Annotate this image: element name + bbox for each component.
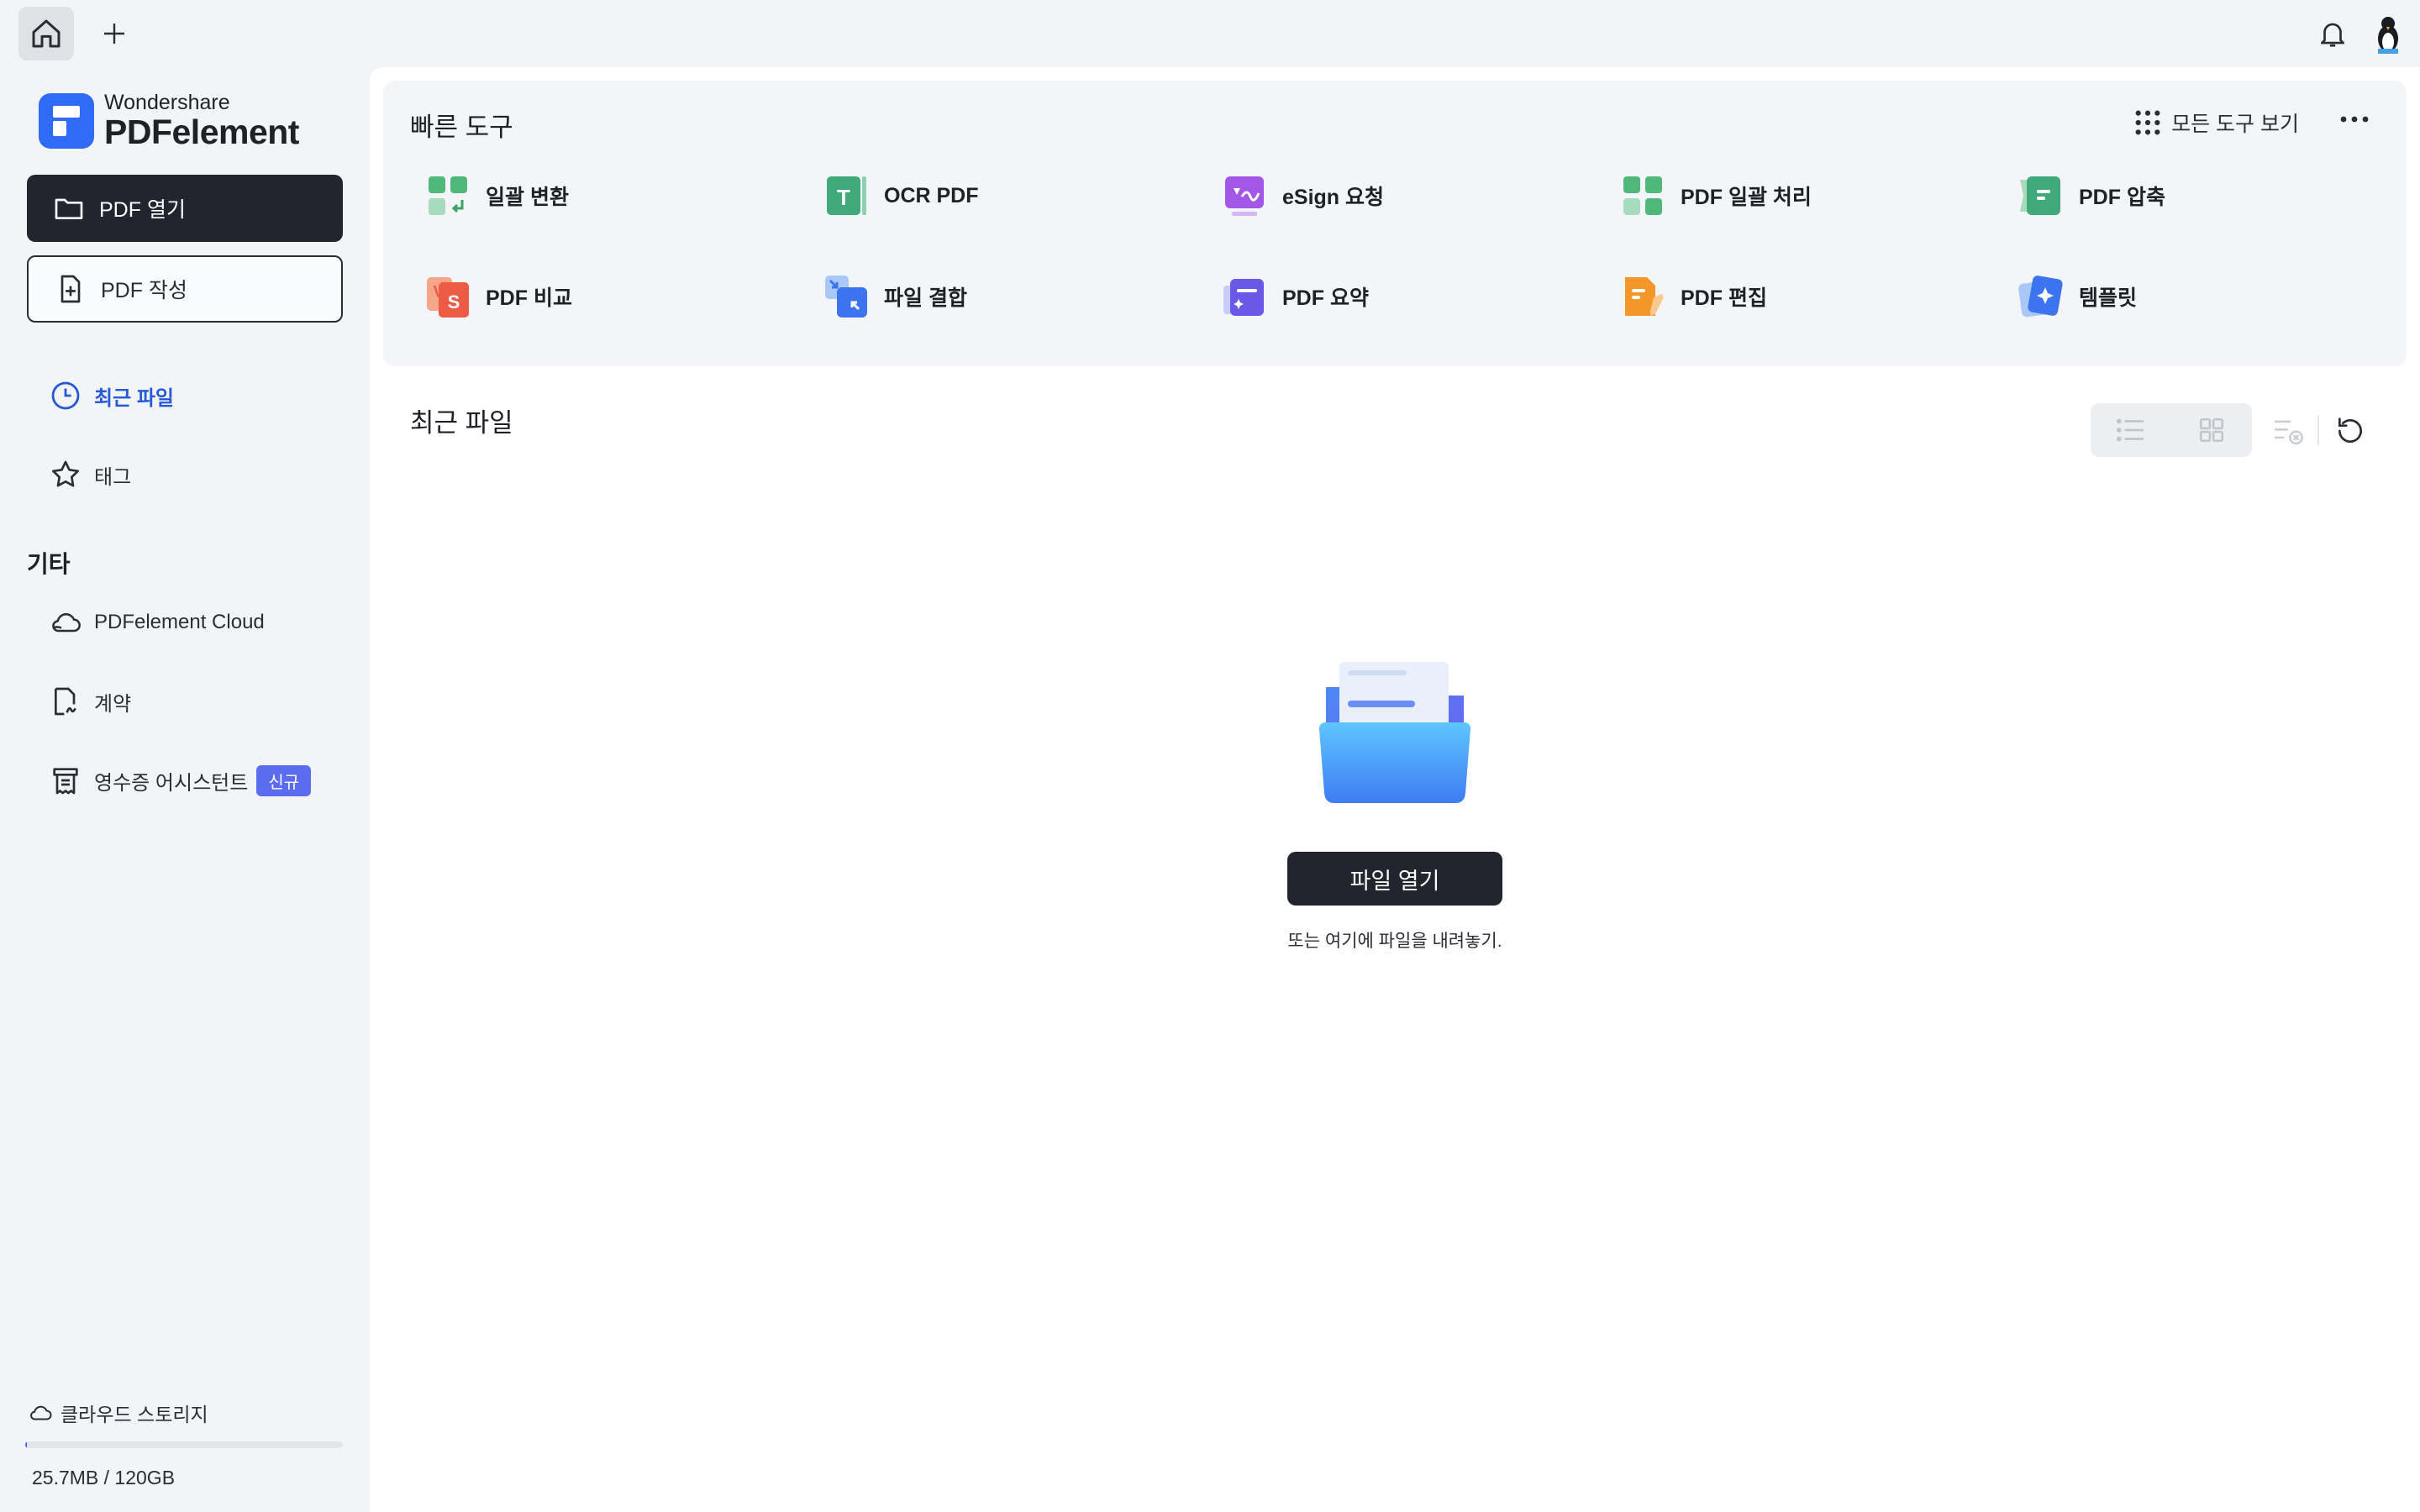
toolbar-divider (2317, 415, 2319, 445)
grid-dots-icon (2131, 106, 2165, 139)
other-section-title: 기타 (27, 551, 71, 577)
recent-files-title: 최근 파일 (410, 408, 513, 438)
contract-icon (47, 683, 84, 720)
sidebar-item-contract[interactable]: 계약 (47, 680, 131, 722)
receipt-icon (47, 762, 84, 799)
template-icon (2017, 272, 2065, 321)
tool-batch-process[interactable]: PDF 일괄 처리 (1618, 166, 1812, 225)
main-panel: 빠른 도구 모든 도구 보기 일괄 변환 T OCR PDF eSign 요청 … (370, 67, 2420, 1512)
svg-text:V: V (433, 283, 445, 302)
list-view-button[interactable] (2091, 403, 2171, 457)
sidebar-item-label: 계약 (94, 692, 132, 716)
avatar[interactable] (2368, 12, 2408, 55)
tool-label: PDF 요약 (1282, 286, 1369, 310)
batch-process-icon (1618, 171, 1667, 220)
storage-value: 25.7MB / 120GB (32, 1467, 176, 1488)
tool-summarize[interactable]: PDF 요약 (1220, 267, 1369, 326)
notification-button[interactable] (2311, 12, 2354, 55)
tool-label: PDF 편집 (1681, 286, 1767, 310)
app-logo: Wondershare PDFelement (39, 92, 299, 150)
tool-template[interactable]: 템플릿 (2017, 267, 2137, 326)
tool-label: 파일 결합 (884, 286, 967, 310)
compress-icon (2017, 171, 2065, 220)
tool-esign[interactable]: eSign 요청 (1220, 166, 1384, 225)
ocr-icon: T (822, 171, 871, 220)
batch-convert-icon (424, 171, 472, 220)
all-tools-button[interactable]: 모든 도구 보기 (2131, 106, 2299, 139)
open-pdf-button[interactable]: PDF 열기 (27, 175, 343, 242)
sidebar-item-label: 최근 파일 (94, 386, 174, 410)
more-horizontal-icon (2340, 116, 2369, 123)
open-file-button[interactable]: 파일 열기 (1287, 852, 1502, 906)
view-toggle (2091, 403, 2252, 457)
more-options-button[interactable] (2329, 102, 2380, 136)
tool-label: eSign 요청 (1282, 186, 1385, 209)
home-tab[interactable] (18, 7, 74, 60)
sidebar-item-recent[interactable]: 최근 파일 (47, 375, 174, 417)
star-icon (47, 456, 84, 493)
sidebar-item-cloud[interactable]: PDFelement Cloud (47, 601, 265, 643)
cloud-icon (25, 1398, 55, 1428)
tool-label: PDF 일괄 처리 (1681, 186, 1812, 209)
open-pdf-label: PDF 열기 (99, 198, 186, 222)
cloud-storage: 클라우드 스토리지 25.7MB / 120GB (25, 1398, 345, 1489)
empty-folder-illustration (1318, 655, 1472, 806)
tool-label: PDF 압축 (2079, 186, 2165, 209)
avatar-icon (2378, 17, 2398, 54)
esign-icon (1220, 171, 1269, 220)
storage-label: 클라우드 스토리지 (60, 1404, 208, 1425)
tool-label: 일괄 변환 (486, 186, 569, 209)
compare-icon: VS (424, 272, 472, 321)
plus-icon (104, 24, 124, 44)
tool-label: OCR PDF (884, 183, 979, 207)
new-tab-button[interactable] (92, 12, 136, 55)
clear-list-icon (2275, 420, 2303, 445)
sidebar-item-receipt[interactable]: 영수증 어시스턴트 신규 (47, 759, 312, 801)
tool-label: 템플릿 (2079, 286, 2138, 310)
folder-icon (50, 190, 87, 227)
quick-tools-panel: 빠른 도구 모든 도구 보기 일괄 변환 T OCR PDF eSign 요청 … (383, 81, 2407, 366)
clear-list-button[interactable] (2267, 410, 2309, 452)
svg-text:T: T (837, 185, 850, 210)
top-bar (0, 0, 2420, 67)
logo-product: PDFelement (104, 113, 299, 151)
storage-progress-bar (25, 1441, 343, 1448)
refresh-icon (2338, 417, 2362, 444)
edit-icon (1618, 272, 1667, 321)
tool-compress[interactable]: PDF 압축 (2017, 166, 2165, 225)
grid-view-button[interactable] (2171, 403, 2252, 457)
combine-icon (822, 272, 871, 321)
refresh-button[interactable] (2329, 410, 2371, 452)
tool-batch-convert[interactable]: 일괄 변환 (424, 166, 569, 225)
home-icon (32, 19, 60, 48)
create-pdf-label: PDF 작성 (101, 279, 187, 302)
tool-combine[interactable]: 파일 결합 (822, 267, 967, 326)
bell-icon (2320, 23, 2345, 47)
sidebar-item-label: 태그 (94, 465, 132, 489)
sidebar: Wondershare PDFelement PDF 열기 PDF 작성 최근 … (0, 67, 370, 1512)
new-badge: 신규 (256, 764, 312, 796)
grid-icon (2199, 417, 2224, 443)
file-plus-icon (52, 270, 89, 307)
clock-icon (47, 377, 84, 414)
tool-edit[interactable]: PDF 편집 (1618, 267, 1767, 326)
drop-hint: 또는 여기에 파일을 내려놓기. (1287, 932, 1502, 951)
cloud-icon (47, 604, 84, 641)
sidebar-item-tags[interactable]: 태그 (47, 454, 131, 496)
summarize-icon (1220, 272, 1269, 321)
svg-text:S: S (448, 291, 460, 312)
all-tools-label: 모든 도구 보기 (2171, 113, 2299, 136)
storage-progress-fill (25, 1441, 27, 1448)
tool-label: PDF 비교 (486, 286, 572, 310)
tool-compare[interactable]: VS PDF 비교 (424, 267, 572, 326)
quick-tools-title: 빠른 도구 (410, 113, 513, 142)
logo-brand: Wondershare (104, 91, 230, 114)
sidebar-item-label: 영수증 어시스턴트 (94, 771, 249, 795)
create-pdf-button[interactable]: PDF 작성 (27, 255, 343, 323)
pdfelement-logo-icon (39, 93, 94, 149)
tool-ocr[interactable]: T OCR PDF (822, 166, 979, 225)
list-icon (2116, 418, 2144, 442)
sidebar-item-label: PDFelement Cloud (94, 611, 265, 633)
